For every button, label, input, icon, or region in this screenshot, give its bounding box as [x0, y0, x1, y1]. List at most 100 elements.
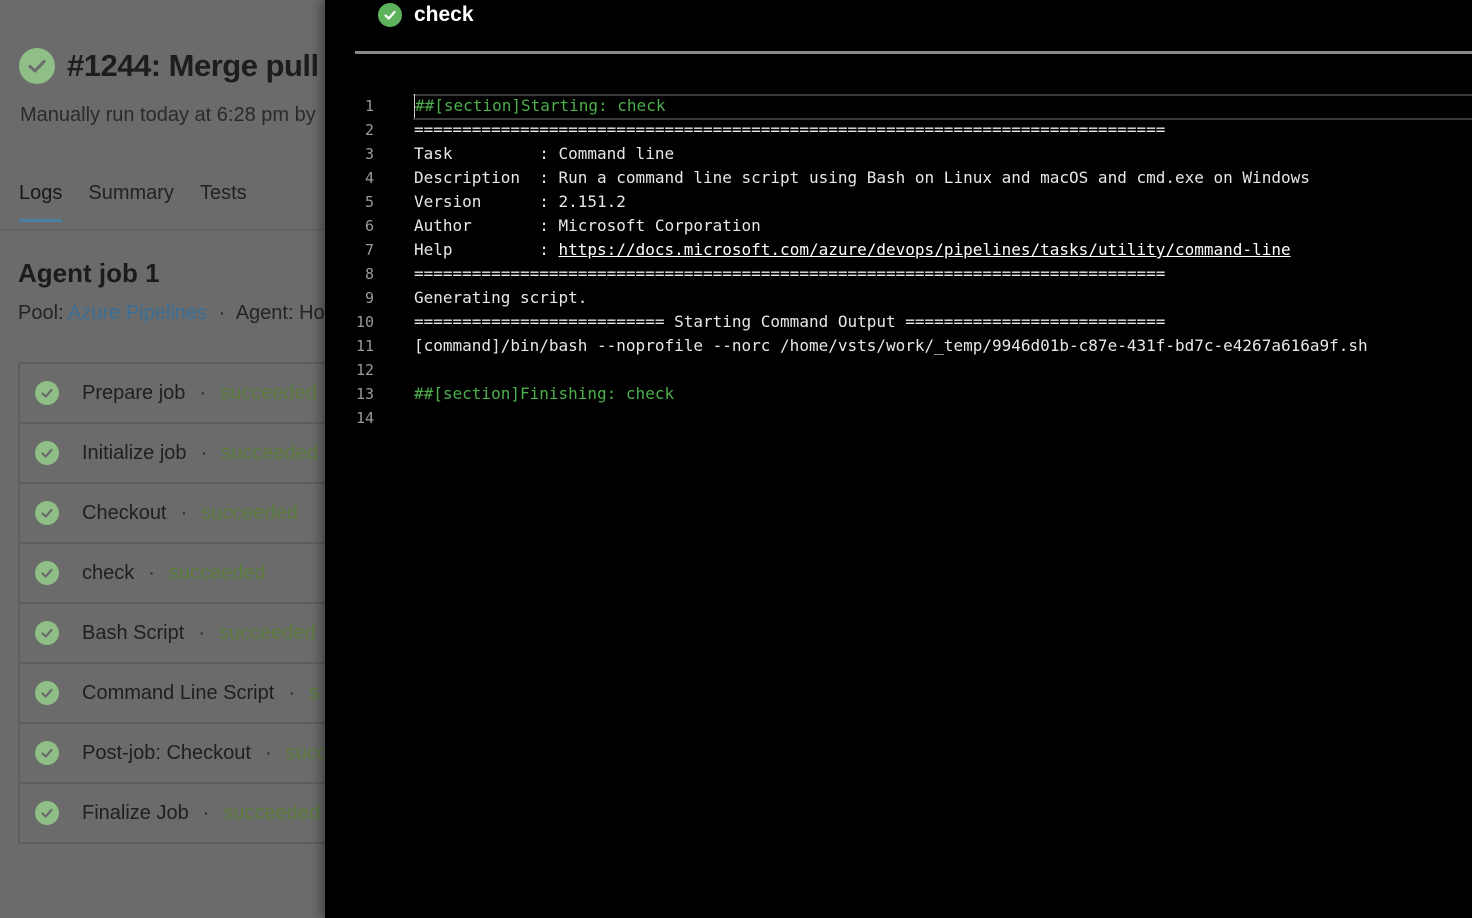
log-line: 10 ========================== Starting C…	[325, 310, 1472, 334]
meta-separator: ·	[218, 302, 226, 324]
tab-summary[interactable]: Summary	[88, 182, 174, 222]
log-text: ========================================…	[414, 264, 1166, 283]
log-header: check	[378, 3, 474, 27]
step-status: succ	[285, 741, 325, 764]
step-name: check	[82, 561, 135, 584]
success-check-icon	[35, 801, 59, 825]
log-line: 2 ======================================…	[325, 118, 1472, 142]
log-line: 9 Generating script.	[325, 286, 1472, 310]
log-text: ========================================…	[414, 120, 1166, 139]
step-name: Bash Script	[82, 621, 185, 644]
log-line: 1 ##[section]Starting: check	[325, 94, 1472, 118]
log-text: Generating script.	[414, 288, 588, 307]
line-number: 4	[364, 169, 374, 187]
agent-label: Agent: Ho	[235, 302, 325, 324]
success-check-icon	[19, 48, 55, 84]
step-separator: ·	[180, 501, 188, 524]
line-number: 6	[364, 217, 374, 235]
line-number: 2	[364, 121, 374, 139]
run-subtitle: Manually run today at 6:28 pm by	[20, 104, 316, 126]
line-number: 1	[364, 97, 374, 115]
tab-tests[interactable]: Tests	[200, 182, 247, 222]
step-separator: ·	[148, 561, 155, 584]
job-title: Agent job 1	[18, 258, 160, 288]
log-line: 4 Description : Run a command line scrip…	[325, 166, 1472, 190]
step-separator: ·	[288, 681, 295, 704]
help-label: Help :	[414, 240, 559, 259]
log-line: 12	[325, 358, 1472, 382]
step-separator: ·	[200, 441, 208, 464]
step-status: succeeded	[223, 801, 321, 824]
step-check[interactable]: check · succeeded	[20, 544, 325, 604]
tabs-divider	[0, 229, 325, 230]
step-status: succeeded	[221, 441, 318, 464]
log-header-divider	[355, 51, 1472, 54]
help-link[interactable]: https://docs.microsoft.com/azure/devops/…	[559, 240, 1291, 259]
success-check-icon	[35, 681, 59, 705]
log-text: Version : 2.151.2	[414, 192, 626, 211]
run-title: #1244: Merge pull r	[67, 48, 325, 83]
line-number: 11	[355, 337, 374, 355]
job-meta: Pool: Azure Pipelines · Agent: Ho	[18, 302, 325, 325]
tab-logs[interactable]: Logs	[19, 182, 63, 222]
step-initialize-job[interactable]: Initialize job · succeeded	[20, 424, 325, 484]
step-separator: ·	[202, 801, 210, 824]
log-line: 6 Author : Microsoft Corporation	[325, 214, 1472, 238]
run-details-panel: #1244: Merge pull r Manually run today a…	[0, 0, 325, 918]
job-steps-list: Prepare job · succeeded Initialize job ·…	[18, 362, 325, 844]
success-check-icon	[35, 561, 59, 585]
pool-label: Pool:	[18, 302, 64, 324]
success-check-icon	[35, 621, 59, 645]
step-post-job-checkout[interactable]: Post-job: Checkout · succ	[20, 724, 325, 784]
step-name: Prepare job	[82, 381, 186, 404]
log-text: Description : Run a command line script …	[414, 168, 1310, 187]
step-status: succeeded	[220, 381, 317, 404]
step-separator: ·	[198, 621, 205, 644]
line-number: 7	[364, 241, 374, 259]
log-line: 11 [command]/bin/bash --noprofile --norc…	[325, 334, 1472, 358]
line-number: 5	[364, 193, 374, 211]
step-status: s	[308, 681, 319, 704]
line-number: 12	[355, 361, 374, 379]
step-name: Command Line Script	[82, 681, 275, 704]
log-text: Task : Command line	[414, 144, 675, 163]
step-separator: ·	[264, 741, 272, 764]
step-name: Post-job: Checkout	[82, 741, 251, 764]
success-check-icon	[35, 381, 59, 405]
success-check-icon	[35, 441, 59, 465]
step-name: Checkout	[82, 501, 167, 524]
step-name: Finalize Job	[82, 801, 189, 824]
line-number: 3	[364, 145, 374, 163]
line-number: 9	[364, 289, 374, 307]
pipeline-run-page: #1244: Merge pull r Manually run today a…	[0, 0, 1472, 918]
success-check-icon	[35, 501, 59, 525]
log-text: [command]/bin/bash --noprofile --norc /h…	[414, 336, 1368, 355]
step-name: Initialize job	[82, 441, 187, 464]
line-number: 8	[364, 265, 374, 283]
log-text: ========================== Starting Comm…	[414, 312, 1166, 331]
step-checkout[interactable]: Checkout · succeeded	[20, 484, 325, 544]
log-line: 3 Task : Command line	[325, 142, 1472, 166]
log-line: 13 ##[section]Finishing: check	[325, 382, 1472, 406]
log-text: ##[section]Finishing: check	[414, 384, 675, 403]
step-status: succeeded	[201, 501, 298, 524]
step-command-line-script[interactable]: Command Line Script · s	[20, 664, 325, 724]
log-lines[interactable]: 1 ##[section]Starting: check 2 =========…	[325, 94, 1472, 430]
step-status: succeeded	[168, 561, 266, 584]
success-check-icon	[378, 3, 402, 27]
log-line: 14	[325, 406, 1472, 430]
log-title: check	[414, 3, 474, 26]
log-line: 5 Version : 2.151.2	[325, 190, 1472, 214]
log-text: ##[section]Starting: check	[414, 94, 665, 118]
run-header: #1244: Merge pull r	[19, 48, 325, 84]
line-number: 14	[355, 409, 374, 427]
line-number: 10	[355, 313, 374, 331]
step-bash-script[interactable]: Bash Script · succeeded	[20, 604, 325, 664]
step-finalize-job[interactable]: Finalize Job · succeeded	[20, 784, 325, 842]
step-status: succeeded	[218, 621, 316, 644]
line-number: 13	[355, 385, 374, 403]
step-prepare-job[interactable]: Prepare job · succeeded	[20, 364, 325, 424]
pool-link[interactable]: Azure Pipelines	[68, 302, 207, 324]
run-tabs: Logs Summary Tests	[19, 182, 247, 222]
success-check-icon	[35, 741, 59, 765]
